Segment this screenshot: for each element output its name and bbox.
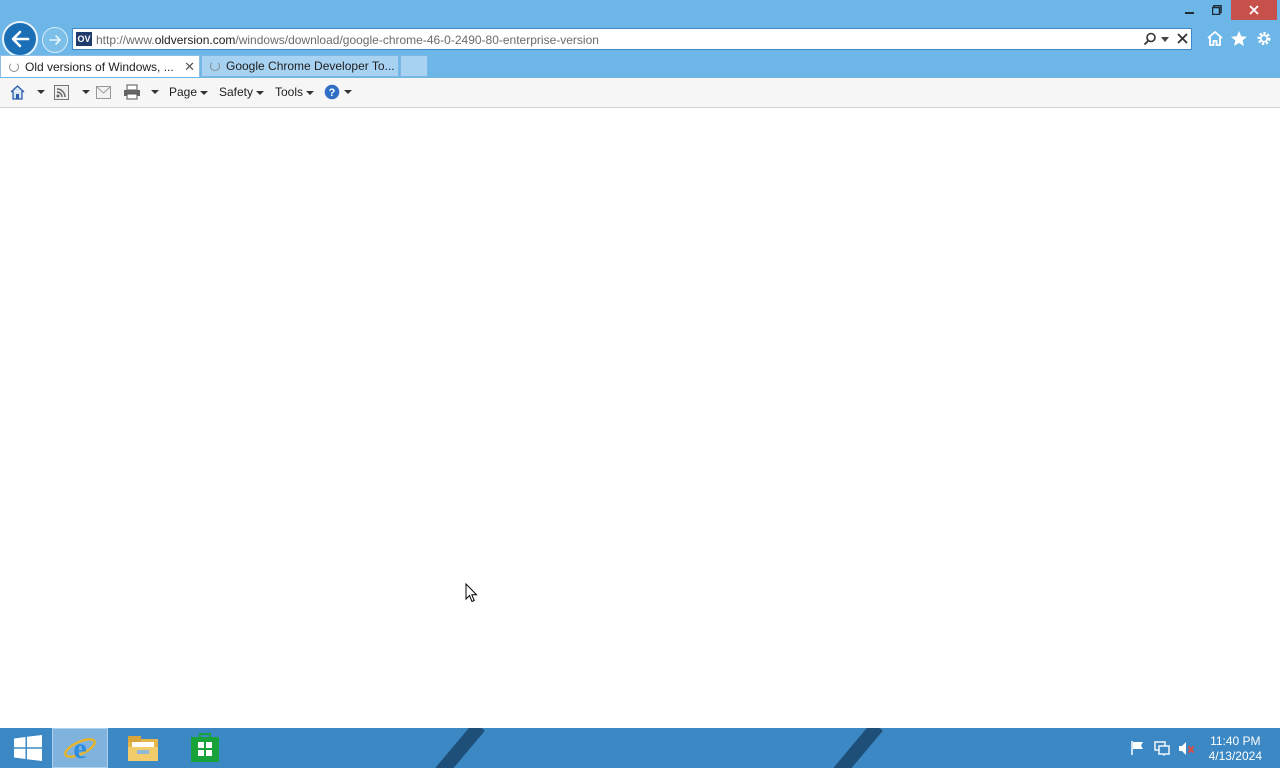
tools-menu-label: Tools [275, 85, 304, 99]
svg-text:?: ? [329, 87, 336, 99]
internet-explorer-icon: e [64, 732, 96, 765]
settings-gear-icon[interactable] [1255, 30, 1273, 47]
print-icon[interactable] [123, 84, 141, 100]
file-explorer-icon [128, 736, 158, 761]
taskbar-decoration [827, 728, 883, 768]
stop-loading-icon[interactable] [1176, 32, 1189, 45]
url-prefix: http://www. [96, 33, 155, 47]
close-icon [1249, 5, 1259, 15]
tab-old-versions[interactable]: Old versions of Windows, ... ✕ [0, 55, 200, 77]
help-dropdown-icon[interactable] [344, 90, 352, 94]
back-arrow-icon [11, 30, 30, 48]
url-path: /windows/download/google-chrome-46-0-249… [235, 33, 599, 47]
action-center-flag-icon[interactable] [1130, 741, 1146, 755]
taskbar: e 11:40 PM 4/13/2024 [0, 728, 1280, 768]
loading-spinner-icon [210, 61, 220, 71]
safety-dropdown-icon [256, 90, 265, 95]
tab-label: Google Chrome Developer To... [226, 59, 395, 73]
search-icon[interactable] [1143, 32, 1157, 46]
taskbar-internet-explorer[interactable]: e [52, 728, 108, 768]
tools-dropdown-icon [306, 90, 315, 95]
command-bar: Page Safety Tools ? [0, 78, 1280, 108]
network-icon[interactable] [1154, 741, 1170, 756]
url-domain: oldversion.com [154, 33, 236, 47]
mouse-cursor-icon [465, 583, 478, 603]
tab-label: Old versions of Windows, ... [25, 59, 174, 74]
minimize-icon [1185, 12, 1194, 14]
store-icon [191, 733, 219, 762]
read-mail-icon[interactable] [96, 86, 111, 99]
taskbar-decoration [429, 728, 485, 768]
safety-menu[interactable]: Safety [219, 85, 265, 99]
home-icon[interactable] [1206, 30, 1224, 47]
taskbar-file-explorer[interactable] [115, 728, 171, 768]
forward-button[interactable] [42, 27, 68, 53]
print-dropdown-icon[interactable] [151, 90, 159, 94]
start-icon [14, 735, 42, 761]
help-icon[interactable]: ? [324, 84, 340, 100]
address-bar[interactable]: OV http://www.oldversion.com/windows/dow… [72, 28, 1192, 50]
back-button[interactable] [2, 21, 38, 57]
search-dropdown-icon[interactable] [1161, 37, 1169, 43]
taskbar-store[interactable] [177, 728, 233, 768]
tab-chrome-developer-tools[interactable]: Google Chrome Developer To... [201, 55, 399, 77]
page-menu-label: Page [169, 85, 198, 99]
svg-text:e: e [73, 732, 86, 765]
safety-menu-label: Safety [219, 85, 254, 99]
home-dropdown-icon[interactable] [37, 90, 45, 94]
home-icon[interactable] [9, 84, 26, 100]
clock-date: 4/13/2024 [1208, 749, 1262, 763]
feeds-icon[interactable] [54, 85, 69, 100]
feeds-dropdown-icon[interactable] [82, 90, 90, 94]
restore-button[interactable] [1200, 0, 1234, 20]
restore-icon [1212, 5, 1222, 15]
page-dropdown-icon [200, 90, 209, 95]
clock-time: 11:40 PM [1210, 734, 1261, 748]
speaker-muted-icon[interactable] [1178, 741, 1195, 756]
tools-menu[interactable]: Tools [275, 85, 315, 99]
favorites-star-icon[interactable] [1230, 30, 1248, 47]
page-menu[interactable]: Page [169, 85, 209, 99]
address-url[interactable]: http://www.oldversion.com/windows/downlo… [96, 33, 599, 47]
tab-bar: Old versions of Windows, ... ✕ Google Ch… [0, 54, 1280, 78]
tab-close-icon[interactable]: ✕ [184, 59, 195, 75]
site-favicon: OV [76, 32, 92, 46]
close-window-button[interactable] [1231, 0, 1277, 20]
system-clock[interactable]: 11:40 PM 4/13/2024 [1209, 734, 1262, 764]
loading-spinner-icon [9, 61, 19, 72]
page-content [0, 108, 1280, 728]
new-tab-button[interactable] [400, 55, 428, 77]
forward-arrow-icon [49, 35, 61, 45]
start-button[interactable] [0, 728, 56, 768]
